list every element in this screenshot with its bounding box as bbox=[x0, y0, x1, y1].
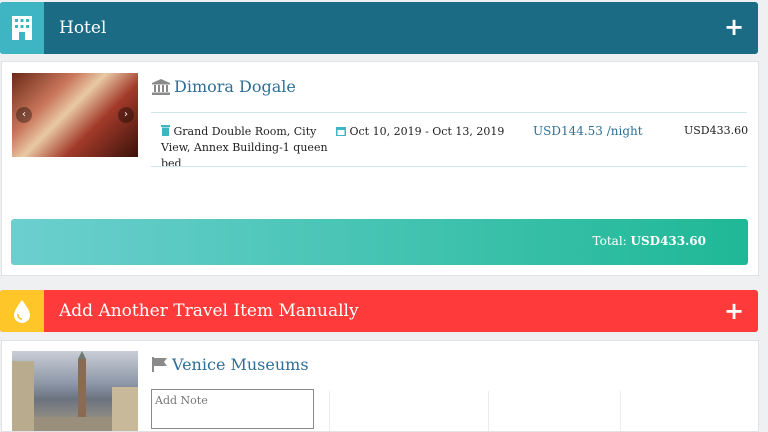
line-amount: USD433.60 bbox=[684, 124, 749, 137]
hotel-icon bbox=[0, 2, 44, 54]
water-drop-icon bbox=[0, 290, 44, 332]
divider bbox=[329, 391, 330, 431]
add-item-button[interactable]: + bbox=[724, 298, 744, 324]
expand-hotel-button[interactable]: + bbox=[724, 14, 744, 40]
hotel-name: Dimora Dogale bbox=[174, 77, 296, 96]
divider bbox=[151, 112, 747, 113]
hotel-card: ‹ › Dimora Dogale Grand Double Room, Cit… bbox=[1, 61, 759, 276]
flag-icon bbox=[152, 357, 167, 372]
dates-text: Oct 10, 2019 - Oct 13, 2019 bbox=[349, 125, 505, 138]
room-description: Grand Double Room, City View, Annex Buil… bbox=[161, 124, 331, 172]
trash-icon[interactable] bbox=[161, 125, 170, 136]
hotel-section-title: Hotel bbox=[59, 18, 107, 38]
calendar-icon bbox=[336, 127, 346, 136]
divider bbox=[151, 166, 747, 167]
total-label: Total: bbox=[592, 234, 627, 248]
stay-dates: Oct 10, 2019 - Oct 13, 2019 bbox=[336, 124, 504, 140]
hotel-section-header[interactable]: Hotel + bbox=[0, 2, 758, 54]
total-bar: Total: USD433.60 bbox=[11, 219, 748, 265]
divider bbox=[620, 391, 621, 431]
carousel-next-button[interactable]: › bbox=[118, 107, 134, 123]
room-text: Grand Double Room, City View, Annex Buil… bbox=[161, 125, 328, 170]
add-item-section-header[interactable]: Add Another Travel Item Manually + bbox=[0, 290, 758, 332]
add-note-field[interactable] bbox=[151, 389, 314, 429]
total-value: USD433.60 bbox=[630, 234, 706, 248]
divider bbox=[488, 391, 489, 431]
carousel-prev-button[interactable]: ‹ bbox=[16, 107, 32, 123]
hotel-name-link[interactable]: Dimora Dogale bbox=[152, 77, 296, 96]
total-line: Total: USD433.60 bbox=[593, 234, 706, 248]
add-item-title: Add Another Travel Item Manually bbox=[59, 301, 359, 321]
museum-name-link[interactable]: Venice Museums bbox=[152, 355, 309, 374]
museum-photo bbox=[12, 351, 138, 431]
hotel-photo: ‹ › bbox=[12, 73, 138, 157]
nightly-rate: USD144.53 /night bbox=[533, 124, 643, 138]
museum-name: Venice Museums bbox=[172, 355, 309, 374]
museum-card: Venice Museums bbox=[1, 340, 759, 432]
bank-icon bbox=[152, 78, 170, 95]
